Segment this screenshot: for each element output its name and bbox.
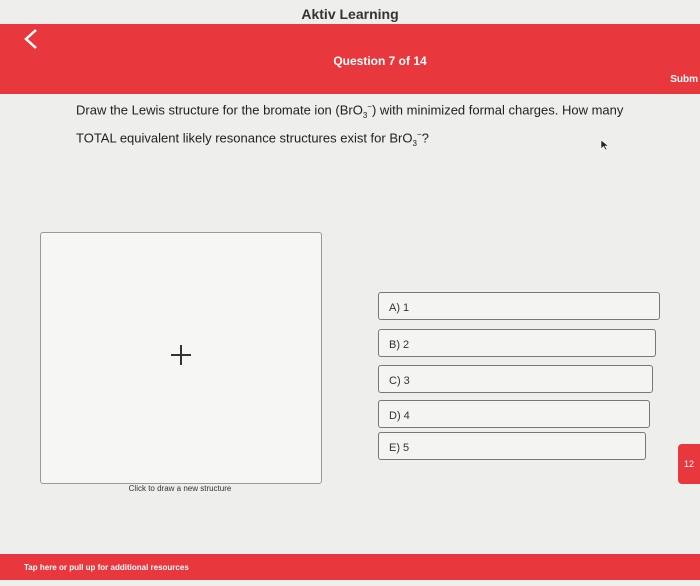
back-button[interactable]	[18, 28, 44, 54]
plus-icon[interactable]	[171, 345, 191, 365]
subscript: 3	[362, 110, 368, 120]
app-title: Aktiv Learning	[301, 6, 399, 22]
drawing-canvas[interactable]	[40, 232, 322, 484]
option-d[interactable]: D) 4	[378, 400, 650, 428]
option-c[interactable]: C) 3	[378, 365, 653, 393]
resources-label: Tap here or pull up for additional resou…	[24, 563, 189, 572]
subscript: 3	[412, 138, 417, 148]
side-badge[interactable]: 12	[678, 444, 700, 484]
question-counter: Question 7 of 14	[333, 54, 427, 68]
submit-button[interactable]: Subm	[662, 74, 700, 85]
option-b[interactable]: B) 2	[378, 329, 656, 357]
cursor-icon	[600, 139, 610, 151]
option-e[interactable]: E) 5	[378, 432, 646, 460]
draw-caption: Click to draw a new structure	[128, 484, 232, 493]
question-text-part: Draw the Lewis structure for the bromate…	[76, 102, 363, 118]
option-a[interactable]: A) 1	[378, 292, 660, 320]
chevron-left-icon	[22, 26, 40, 57]
question-text: Draw the Lewis structure for the bromate…	[76, 97, 666, 153]
question-text-part: ?	[421, 130, 429, 146]
resources-bar[interactable]: Tap here or pull up for additional resou…	[0, 554, 700, 580]
